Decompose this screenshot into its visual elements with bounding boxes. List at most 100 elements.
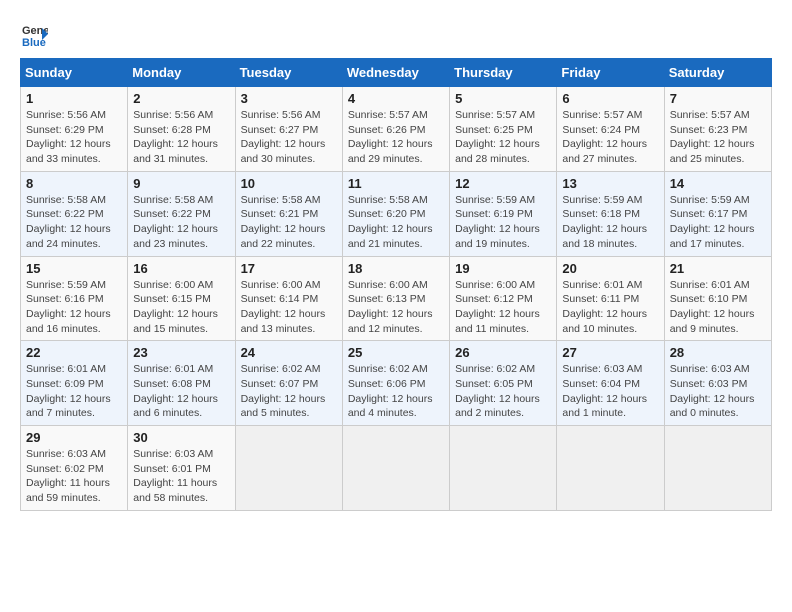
day-number: 30 (133, 430, 229, 445)
calendar-cell: 23Sunrise: 6:01 AMSunset: 6:08 PMDayligh… (128, 341, 235, 426)
calendar-table: SundayMondayTuesdayWednesdayThursdayFrid… (20, 58, 772, 511)
day-number: 28 (670, 345, 766, 360)
calendar-cell: 25Sunrise: 6:02 AMSunset: 6:06 PMDayligh… (342, 341, 449, 426)
header-thursday: Thursday (450, 59, 557, 87)
calendar-cell: 1 Sunrise: 5:56 AMSunset: 6:29 PMDaylight… (21, 87, 128, 172)
week-row: 8 Sunrise: 5:58 AMSunset: 6:22 PMDaylight… (21, 171, 772, 256)
day-detail: Sunrise: 6:00 AMSunset: 6:15 PMDaylight:… (133, 278, 229, 337)
header-friday: Friday (557, 59, 664, 87)
day-number: 17 (241, 261, 337, 276)
day-number: 18 (348, 261, 444, 276)
day-detail: Sunrise: 6:03 AMSunset: 6:03 PMDaylight:… (670, 362, 766, 421)
header-sunday: Sunday (21, 59, 128, 87)
day-number: 24 (241, 345, 337, 360)
day-detail: Sunrise: 5:59 AMSunset: 6:17 PMDaylight:… (670, 193, 766, 252)
calendar-cell: 29 Sunrise: 6:03 AMSunset: 6:02 PMDayligh… (21, 426, 128, 511)
calendar-cell: 27 Sunrise: 6:03 AMSunset: 6:04 PMDayligh… (557, 341, 664, 426)
logo: General Blue (20, 20, 52, 48)
calendar-cell (450, 426, 557, 511)
calendar-body: 1 Sunrise: 5:56 AMSunset: 6:29 PMDaylight… (21, 87, 772, 511)
day-detail: Sunrise: 5:58 AMSunset: 6:22 PMDaylight:… (133, 193, 229, 252)
calendar-cell (235, 426, 342, 511)
day-number: 16 (133, 261, 229, 276)
day-detail: Sunrise: 5:57 AMSunset: 6:25 PMDaylight:… (455, 108, 551, 167)
day-detail: Sunrise: 6:01 AMSunset: 6:11 PMDaylight:… (562, 278, 658, 337)
day-detail: Sunrise: 5:56 AMSunset: 6:28 PMDaylight:… (133, 108, 229, 167)
day-detail: Sunrise: 5:56 AMSunset: 6:29 PMDaylight:… (26, 108, 122, 167)
day-number: 15 (26, 261, 122, 276)
calendar-cell: 8 Sunrise: 5:58 AMSunset: 6:22 PMDaylight… (21, 171, 128, 256)
calendar-cell: 14 Sunrise: 5:59 AMSunset: 6:17 PMDayligh… (664, 171, 771, 256)
calendar-cell: 7 Sunrise: 5:57 AMSunset: 6:23 PMDaylight… (664, 87, 771, 172)
day-detail: Sunrise: 5:57 AMSunset: 6:26 PMDaylight:… (348, 108, 444, 167)
day-detail: Sunrise: 6:03 AMSunset: 6:02 PMDaylight:… (26, 447, 122, 506)
calendar-cell: 12Sunrise: 5:59 AMSunset: 6:19 PMDayligh… (450, 171, 557, 256)
week-row: 1 Sunrise: 5:56 AMSunset: 6:29 PMDaylight… (21, 87, 772, 172)
calendar-cell: 20 Sunrise: 6:01 AMSunset: 6:11 PMDayligh… (557, 256, 664, 341)
day-number: 19 (455, 261, 551, 276)
day-detail: Sunrise: 5:58 AMSunset: 6:22 PMDaylight:… (26, 193, 122, 252)
calendar-cell: 10 Sunrise: 5:58 AMSunset: 6:21 PMDayligh… (235, 171, 342, 256)
calendar-cell: 15 Sunrise: 5:59 AMSunset: 6:16 PMDayligh… (21, 256, 128, 341)
day-number: 21 (670, 261, 766, 276)
day-detail: Sunrise: 5:59 AMSunset: 6:16 PMDaylight:… (26, 278, 122, 337)
calendar-cell: 28 Sunrise: 6:03 AMSunset: 6:03 PMDayligh… (664, 341, 771, 426)
day-detail: Sunrise: 6:03 AMSunset: 6:04 PMDaylight:… (562, 362, 658, 421)
header-tuesday: Tuesday (235, 59, 342, 87)
calendar-cell: 21 Sunrise: 6:01 AMSunset: 6:10 PMDayligh… (664, 256, 771, 341)
day-detail: Sunrise: 5:59 AMSunset: 6:18 PMDaylight:… (562, 193, 658, 252)
day-detail: Sunrise: 6:00 AMSunset: 6:13 PMDaylight:… (348, 278, 444, 337)
day-number: 1 (26, 91, 122, 106)
header-saturday: Saturday (664, 59, 771, 87)
calendar-cell: 5 Sunrise: 5:57 AMSunset: 6:25 PMDaylight… (450, 87, 557, 172)
calendar-cell: 2 Sunrise: 5:56 AMSunset: 6:28 PMDaylight… (128, 87, 235, 172)
day-number: 5 (455, 91, 551, 106)
day-number: 11 (348, 176, 444, 191)
day-detail: Sunrise: 5:56 AMSunset: 6:27 PMDaylight:… (241, 108, 337, 167)
day-number: 20 (562, 261, 658, 276)
day-detail: Sunrise: 6:03 AMSunset: 6:01 PMDaylight:… (133, 447, 229, 506)
day-detail: Sunrise: 6:00 AMSunset: 6:14 PMDaylight:… (241, 278, 337, 337)
day-number: 10 (241, 176, 337, 191)
day-detail: Sunrise: 5:59 AMSunset: 6:19 PMDaylight:… (455, 193, 551, 252)
calendar-cell: 3 Sunrise: 5:56 AMSunset: 6:27 PMDaylight… (235, 87, 342, 172)
day-number: 9 (133, 176, 229, 191)
calendar-cell: 4 Sunrise: 5:57 AMSunset: 6:26 PMDaylight… (342, 87, 449, 172)
day-number: 8 (26, 176, 122, 191)
calendar-cell: 30 Sunrise: 6:03 AMSunset: 6:01 PMDayligh… (128, 426, 235, 511)
calendar-header: SundayMondayTuesdayWednesdayThursdayFrid… (21, 59, 772, 87)
day-detail: Sunrise: 5:57 AMSunset: 6:24 PMDaylight:… (562, 108, 658, 167)
day-number: 29 (26, 430, 122, 445)
day-number: 2 (133, 91, 229, 106)
day-number: 25 (348, 345, 444, 360)
day-detail: Sunrise: 5:57 AMSunset: 6:23 PMDaylight:… (670, 108, 766, 167)
day-number: 3 (241, 91, 337, 106)
header-wednesday: Wednesday (342, 59, 449, 87)
calendar-cell: 19 Sunrise: 6:00 AMSunset: 6:12 PMDayligh… (450, 256, 557, 341)
day-detail: Sunrise: 5:58 AMSunset: 6:21 PMDaylight:… (241, 193, 337, 252)
page-header: General Blue (20, 20, 772, 48)
calendar-cell: 16 Sunrise: 6:00 AMSunset: 6:15 PMDayligh… (128, 256, 235, 341)
day-number: 26 (455, 345, 551, 360)
day-detail: Sunrise: 6:01 AMSunset: 6:09 PMDaylight:… (26, 362, 122, 421)
day-detail: Sunrise: 6:02 AMSunset: 6:05 PMDaylight:… (455, 362, 551, 421)
calendar-cell (342, 426, 449, 511)
day-number: 6 (562, 91, 658, 106)
calendar-cell (557, 426, 664, 511)
day-number: 7 (670, 91, 766, 106)
day-number: 22 (26, 345, 122, 360)
calendar-cell: 13Sunrise: 5:59 AMSunset: 6:18 PMDayligh… (557, 171, 664, 256)
day-number: 23 (133, 345, 229, 360)
day-detail: Sunrise: 6:01 AMSunset: 6:10 PMDaylight:… (670, 278, 766, 337)
day-number: 14 (670, 176, 766, 191)
calendar-cell: 17 Sunrise: 6:00 AMSunset: 6:14 PMDayligh… (235, 256, 342, 341)
day-number: 4 (348, 91, 444, 106)
calendar-cell (664, 426, 771, 511)
calendar-cell: 9 Sunrise: 5:58 AMSunset: 6:22 PMDaylight… (128, 171, 235, 256)
calendar-cell: 11Sunrise: 5:58 AMSunset: 6:20 PMDayligh… (342, 171, 449, 256)
calendar-cell: 6 Sunrise: 5:57 AMSunset: 6:24 PMDaylight… (557, 87, 664, 172)
logo-icon: General Blue (20, 20, 48, 48)
week-row: 22 Sunrise: 6:01 AMSunset: 6:09 PMDayligh… (21, 341, 772, 426)
day-detail: Sunrise: 6:00 AMSunset: 6:12 PMDaylight:… (455, 278, 551, 337)
day-number: 27 (562, 345, 658, 360)
